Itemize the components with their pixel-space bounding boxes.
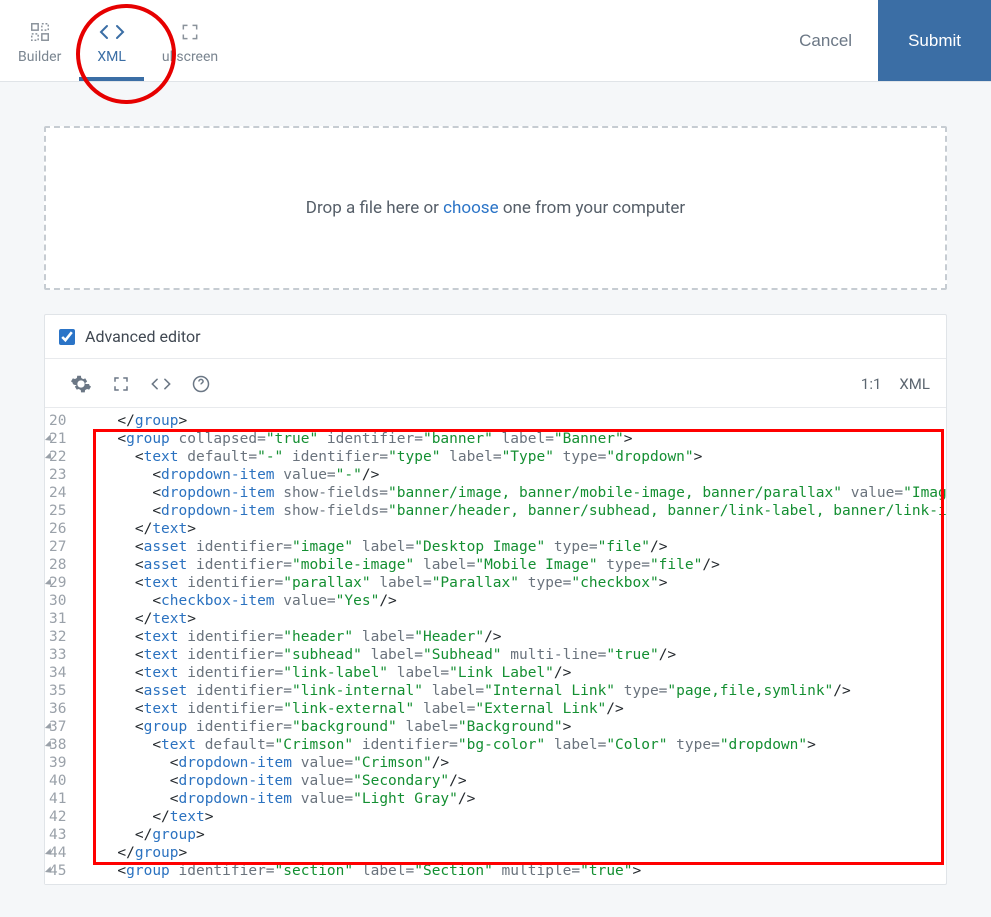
expand-icon[interactable] (101, 375, 141, 393)
code-editor[interactable]: 2021222324252627282930313233343536373839… (45, 408, 946, 884)
advanced-editor-row: Advanced editor (45, 315, 946, 359)
cursor-position: 1:1 (861, 375, 882, 393)
tab-builder[interactable]: Builder (0, 0, 79, 81)
line-gutter: 2021222324252627282930313233343536373839… (45, 408, 74, 884)
advanced-editor-label: Advanced editor (85, 327, 201, 346)
editor-toolbar: 1:1 XML (45, 359, 946, 408)
language-mode: XML (899, 375, 930, 393)
dropzone-text-prefix: Drop a file here or (306, 198, 443, 218)
gear-icon[interactable] (61, 373, 101, 395)
advanced-editor-checkbox[interactable] (59, 329, 75, 345)
code-toggle-icon[interactable] (141, 375, 181, 393)
tab-xml-label: XML (97, 49, 126, 65)
builder-icon (29, 19, 51, 45)
code-content[interactable]: </group> <group collapsed="true" identif… (74, 408, 946, 884)
fullscreen-icon (180, 19, 200, 45)
cancel-button[interactable]: Cancel (773, 0, 878, 81)
help-icon[interactable] (181, 374, 221, 394)
code-icon (98, 19, 126, 45)
dropzone-text-suffix: one from your computer (499, 198, 686, 218)
file-dropzone[interactable]: Drop a file here or choose one from your… (44, 126, 947, 290)
editor-card: Advanced editor 1:1 XML 2021222324252627… (44, 314, 947, 885)
tab-fullscreen[interactable]: ullscreen (144, 0, 236, 81)
top-toolbar: Builder XML ullscreen Cancel Submit (0, 0, 991, 82)
tab-builder-label: Builder (18, 49, 61, 65)
submit-button[interactable]: Submit (878, 0, 991, 81)
choose-file-link[interactable]: choose (443, 198, 498, 218)
tab-xml[interactable]: XML (79, 0, 144, 81)
tab-fullscreen-label: ullscreen (162, 49, 218, 65)
